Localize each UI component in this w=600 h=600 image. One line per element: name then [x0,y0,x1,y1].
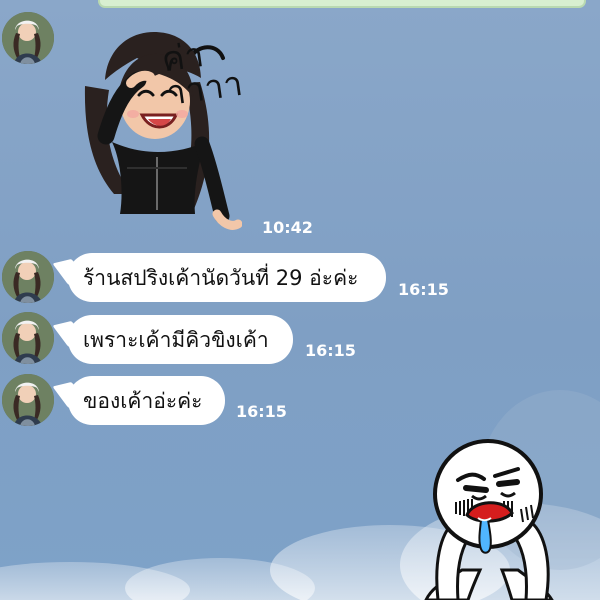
girl-salute-sticker[interactable]: ค่าาาาา [72,18,245,236]
timestamp: 16:15 [398,280,449,299]
avatar[interactable] [2,251,54,303]
timestamp: 10:42 [262,218,313,237]
chat-screen: ค่าาาาา 10:42 ร้านสปริงเค้านัดวันที่ 29 … [0,0,600,600]
profile-avatar-icon [2,374,54,426]
profile-avatar-icon [2,12,54,64]
timestamp: 16:15 [236,402,287,421]
profile-avatar-icon [2,251,54,303]
message-bubble[interactable]: เพราะเค้ามีคิวขิงเค้า [68,315,293,364]
timestamp: 16:15 [305,341,356,360]
message-text: ของเค้าอ่ะค่ะ [83,389,203,413]
avatar[interactable] [2,12,54,64]
message-text: เพราะเค้ามีคิวขิงเค้า [83,328,269,352]
message-text: ร้านสปริงเค้านัดวันที่ 29 อ่ะค่ะ [83,266,359,290]
avatar[interactable] [2,312,54,364]
avatar[interactable] [2,374,54,426]
message-bubble[interactable]: ของเค้าอ่ะค่ะ [68,376,225,425]
profile-avatar-icon [2,312,54,364]
message-bubble[interactable]: ร้านสปริงเค้านัดวันที่ 29 อ่ะค่ะ [68,253,386,302]
sticker-caption: ค่าาาาา [159,34,246,115]
previous-message-bubble-edge [98,0,586,8]
sad-moon-sticker-icon[interactable] [420,438,560,600]
